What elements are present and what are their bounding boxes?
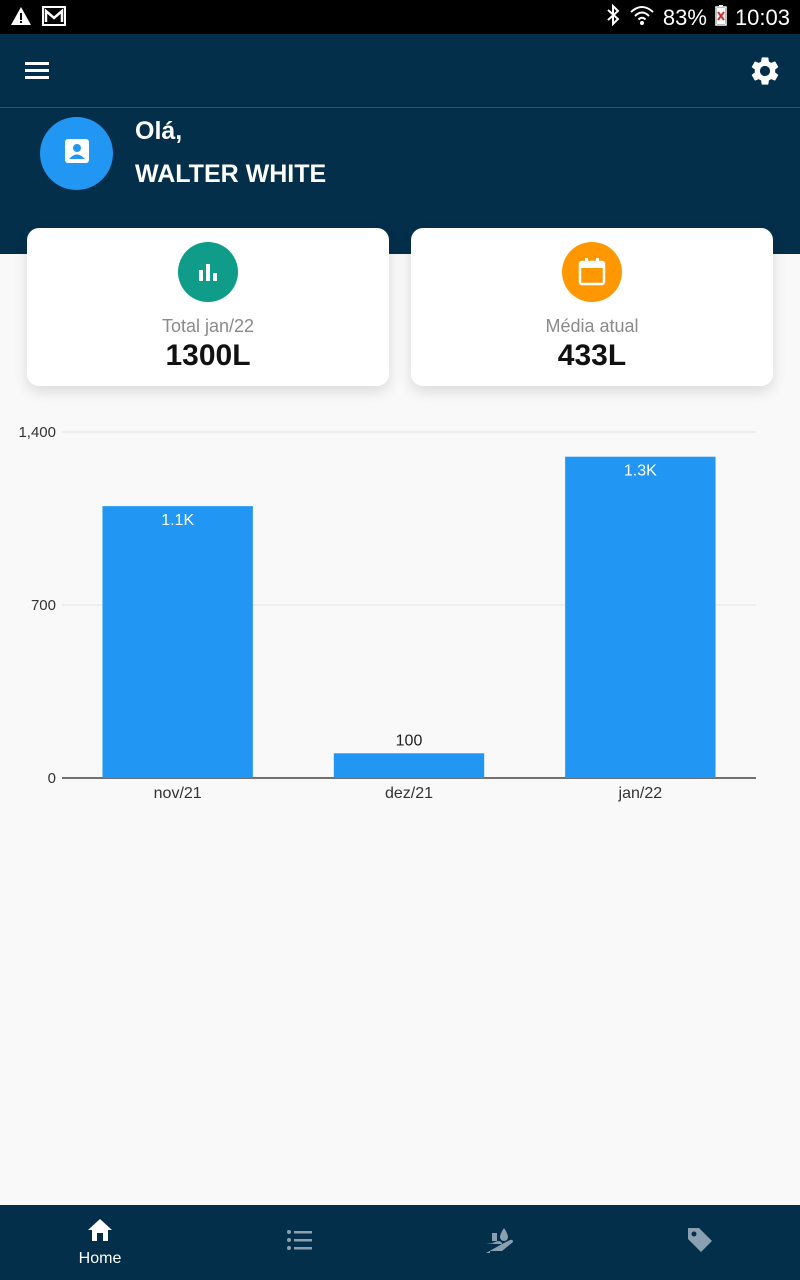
average-label: Média atual	[545, 316, 639, 336]
nav-home-label: Home	[78, 1250, 122, 1267]
bottom-nav: Home	[0, 1205, 800, 1280]
x-tick-label: jan/22	[618, 785, 663, 802]
wifi-icon	[629, 4, 655, 32]
average-card: Média atual 433L	[411, 228, 773, 386]
user-name: WALTER WHITE	[135, 160, 327, 188]
data-label: 1.1K	[161, 512, 194, 529]
average-value: 433L	[557, 339, 627, 372]
warning-icon	[10, 6, 32, 31]
x-tick-label: dez/21	[385, 785, 433, 802]
y-tick-label: 700	[31, 597, 56, 614]
nav-list[interactable]	[200, 1205, 400, 1280]
menu-icon	[22, 62, 52, 90]
calendar-icon	[562, 242, 622, 302]
y-tick-label: 1,400	[18, 424, 56, 441]
data-label: 100	[396, 732, 423, 749]
nav-home[interactable]: Home	[0, 1205, 200, 1280]
nav-water[interactable]	[400, 1205, 600, 1280]
gmail-icon	[42, 6, 66, 31]
avatar[interactable]	[40, 117, 113, 190]
nav-tags[interactable]	[600, 1205, 800, 1280]
app-bar	[0, 34, 800, 108]
contact-icon	[63, 137, 91, 170]
menu-button[interactable]	[22, 56, 52, 86]
greeting-text: Olá,	[135, 117, 183, 145]
tag-icon	[685, 1225, 715, 1260]
y-tick-label: 0	[48, 770, 56, 787]
total-value: 1300L	[165, 339, 251, 372]
total-label: Total jan/22	[161, 316, 255, 336]
settings-button[interactable]	[748, 54, 782, 88]
bar	[333, 753, 485, 778]
battery-percent: 83%	[662, 5, 707, 30]
consumption-chart: 0 700 1,400 1.1K nov/21 100 dez/21 1.3K jan/22	[0, 410, 800, 820]
home-icon	[86, 1217, 114, 1248]
x-tick-label: nov/21	[154, 785, 202, 802]
battery-icon	[715, 4, 727, 32]
status-bar: 83% 10:03	[0, 0, 800, 34]
list-icon	[286, 1228, 314, 1257]
clock: 10:03	[734, 5, 790, 30]
bluetooth-icon	[605, 3, 621, 32]
gear-icon	[748, 57, 782, 92]
bar	[565, 456, 716, 778]
water-hand-icon	[484, 1225, 516, 1260]
bar-chart-svg: 0 700 1,400 1.1K nov/21 100 dez/21 1.3K jan/22	[18, 424, 756, 802]
bar	[102, 506, 253, 778]
total-card: Total jan/22 1300L	[27, 228, 389, 386]
bar-chart-icon	[178, 242, 238, 302]
data-label: 1.3K	[624, 463, 657, 480]
